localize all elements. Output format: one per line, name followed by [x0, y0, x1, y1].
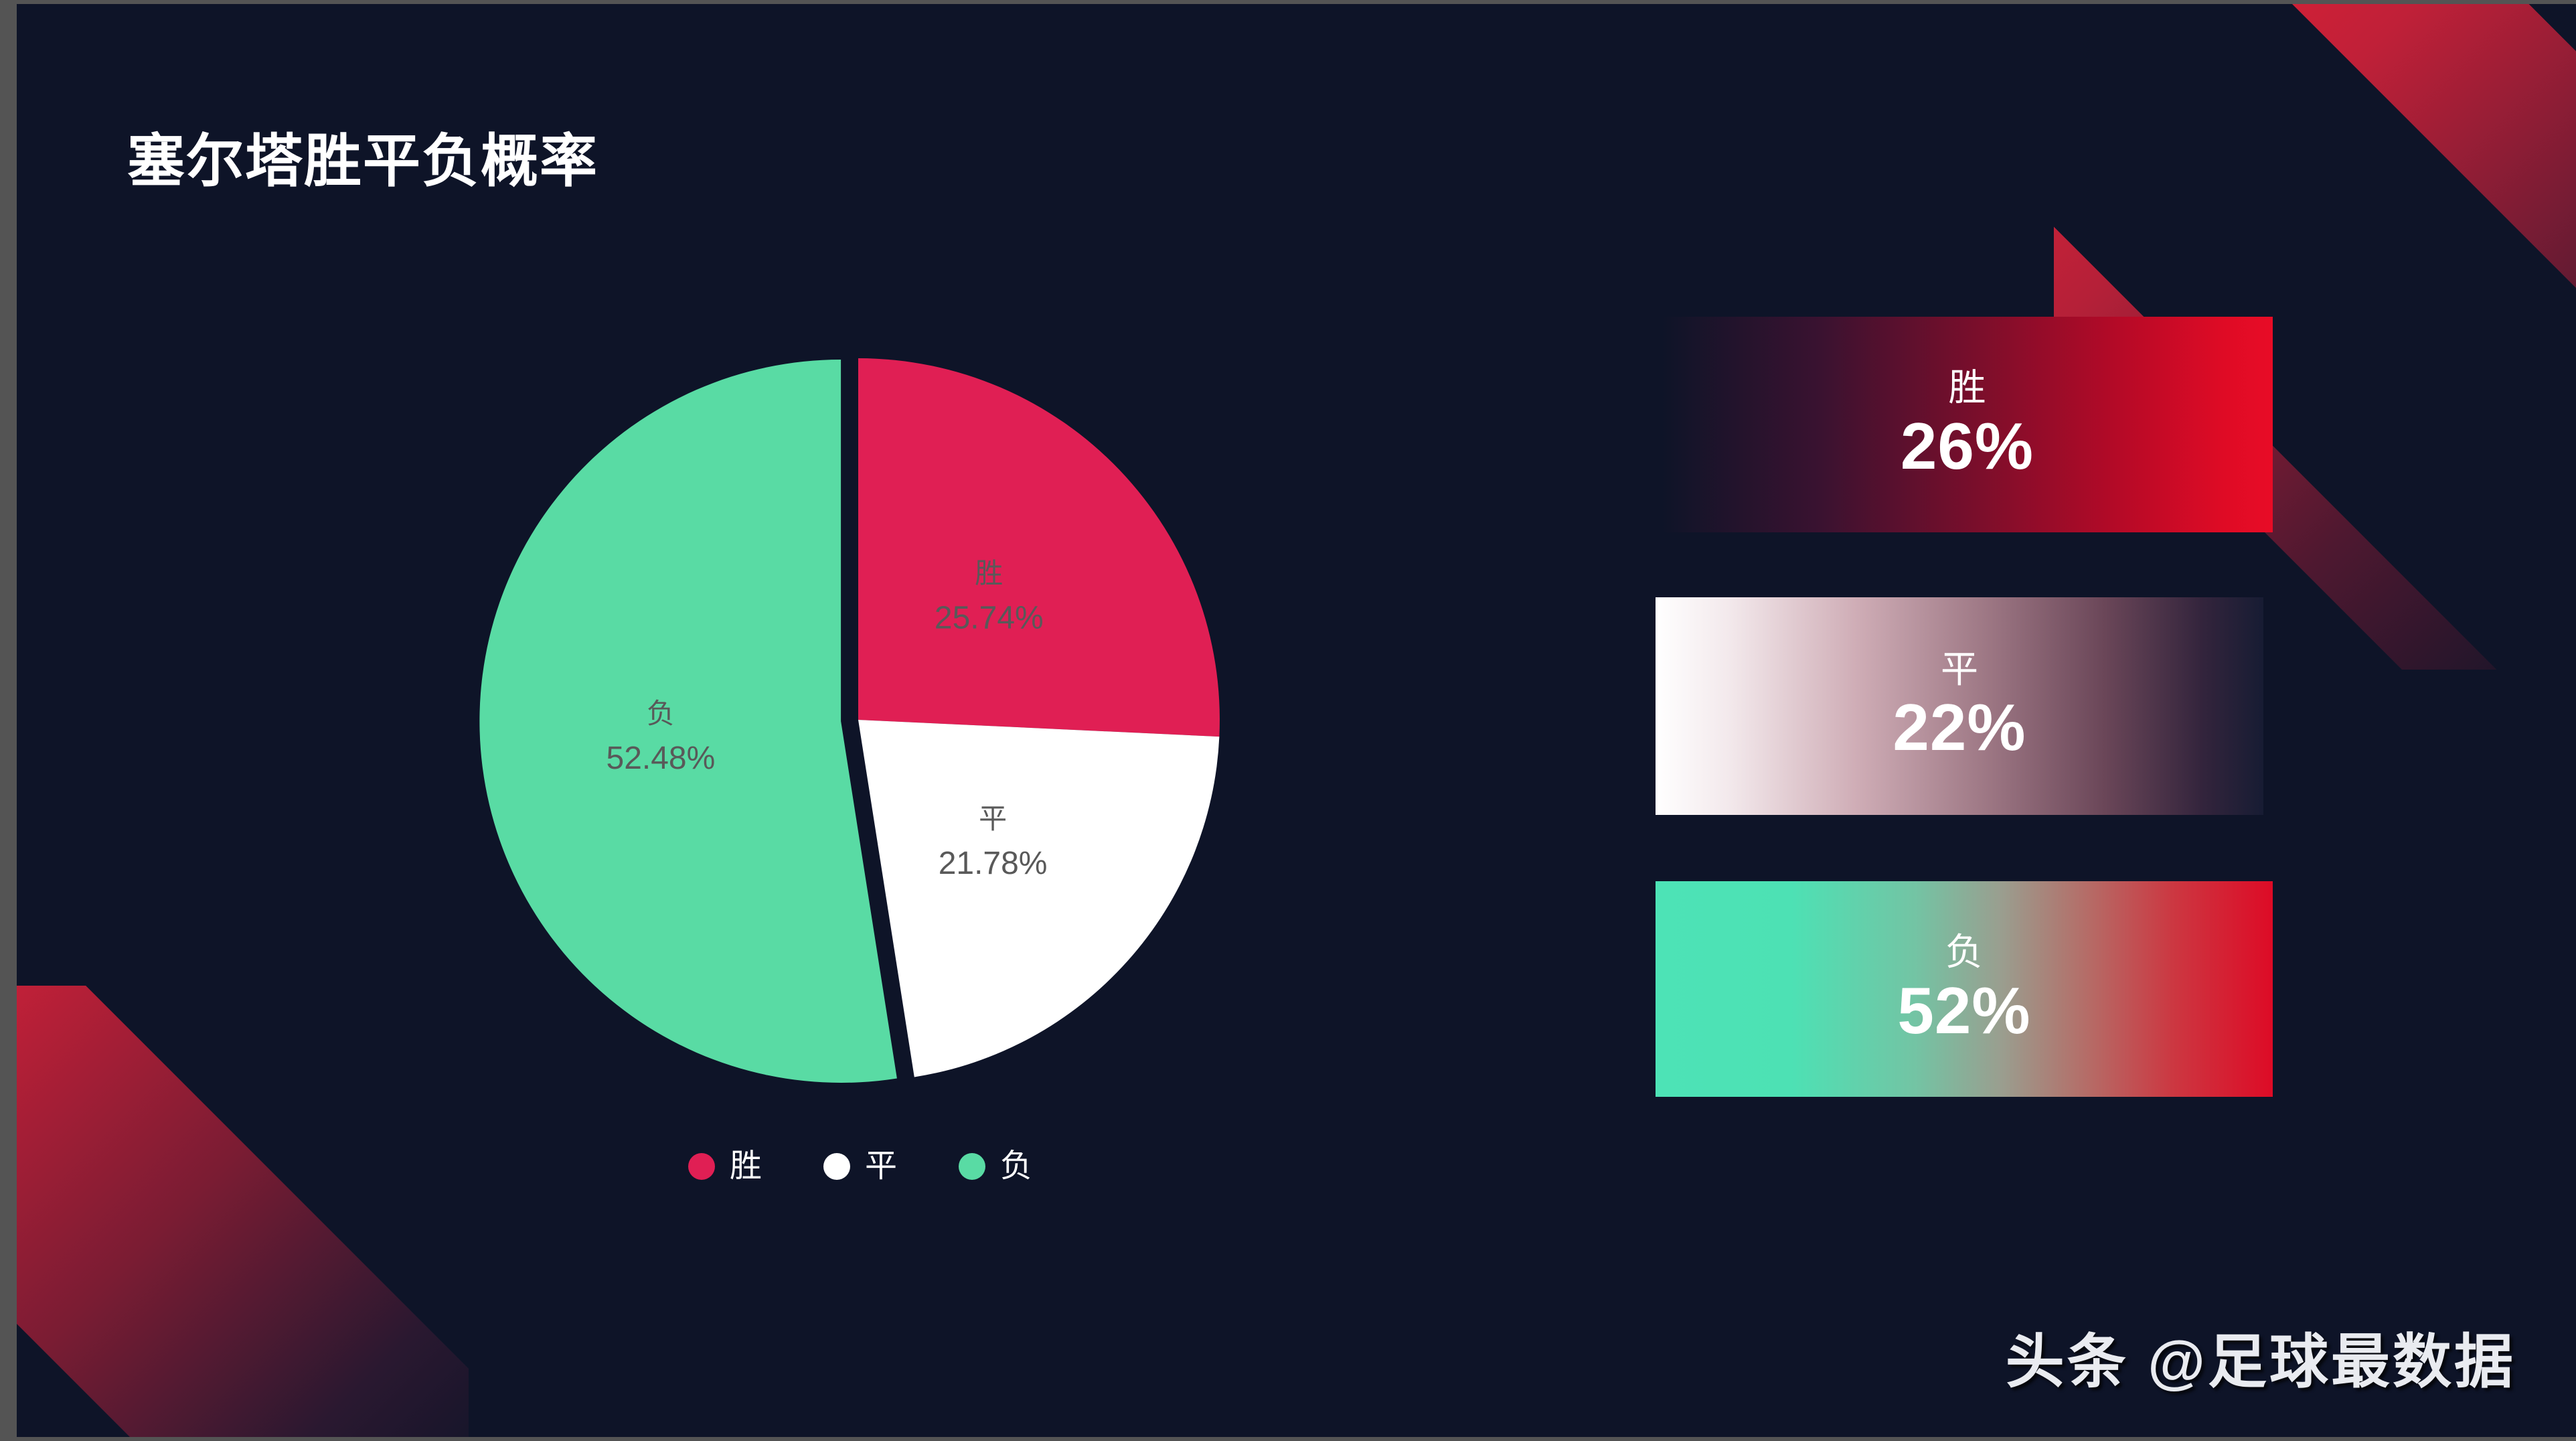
legend-dot-win-icon — [688, 1153, 715, 1180]
pie-slice-win-shape[interactable] — [858, 358, 1220, 737]
legend-label-win: 胜 — [729, 1148, 762, 1184]
chart-legend: 胜 平 负 — [415, 1150, 1305, 1183]
pie-slice-lose-shape[interactable] — [479, 360, 897, 1083]
summary-bar-lose-label: 负 — [1945, 931, 1983, 974]
summary-bar-lose-value: 52% — [1897, 973, 2031, 1047]
legend-label-draw: 平 — [864, 1148, 897, 1184]
legend-item-draw[interactable]: 平 — [823, 1150, 897, 1183]
pie-label-lose-pct: 52.48% — [607, 741, 716, 776]
decorative-stripes-bottom-left — [0, 986, 469, 1441]
pie-chart: 胜 25.74% 平 21.78% 负 52.48% — [415, 301, 1305, 1152]
diagonal-stripe-thin-bottom-left — [0, 1103, 163, 1441]
summary-bar-lose[interactable]: 负 52% — [1656, 881, 2273, 1097]
summary-bars: 胜 26% 平 22% 负 52% — [1656, 315, 2278, 1138]
summary-bar-draw-value: 22% — [1893, 690, 2026, 765]
summary-bar-win-label: 胜 — [1948, 366, 1986, 409]
summary-bar-win[interactable]: 胜 26% — [1662, 317, 2273, 532]
summary-bar-win-value: 26% — [1900, 408, 2034, 483]
diagonal-stripe-wide-bottom-left — [0, 986, 469, 1441]
frame-edge-top — [0, 0, 2576, 4]
legend-item-win[interactable]: 胜 — [688, 1150, 762, 1183]
frame-edge-left — [0, 0, 17, 1441]
pie-label-lose-name: 负 — [647, 698, 675, 729]
legend-dot-lose-icon — [959, 1153, 985, 1180]
summary-bar-draw[interactable]: 平 22% — [1656, 597, 2263, 815]
slide-canvas: 塞尔塔胜平负概率 胜 25.74% 平 21.78% 负 52.48% 胜 平 … — [0, 0, 2576, 1441]
frame-edge-bottom — [0, 1437, 2576, 1441]
legend-dot-draw-icon — [823, 1153, 850, 1180]
pie-label-win-pct: 25.74% — [935, 601, 1044, 636]
legend-item-lose[interactable]: 负 — [959, 1150, 1032, 1183]
pie-label-win-name: 胜 — [975, 558, 1003, 589]
pie-chart-svg: 胜 25.74% 平 21.78% 负 52.48% — [479, 358, 1220, 1083]
watermark: 头条 @足球最数据 — [2005, 1329, 2516, 1395]
pie-label-draw-name: 平 — [979, 803, 1007, 834]
page-title: 塞尔塔胜平负概率 — [127, 129, 598, 194]
pie-slice-draw-shape[interactable] — [858, 720, 1220, 1077]
summary-bar-draw-label: 平 — [1941, 648, 1978, 690]
pie-label-draw-pct: 21.78% — [939, 846, 1048, 881]
legend-label-lose: 负 — [1000, 1148, 1033, 1184]
